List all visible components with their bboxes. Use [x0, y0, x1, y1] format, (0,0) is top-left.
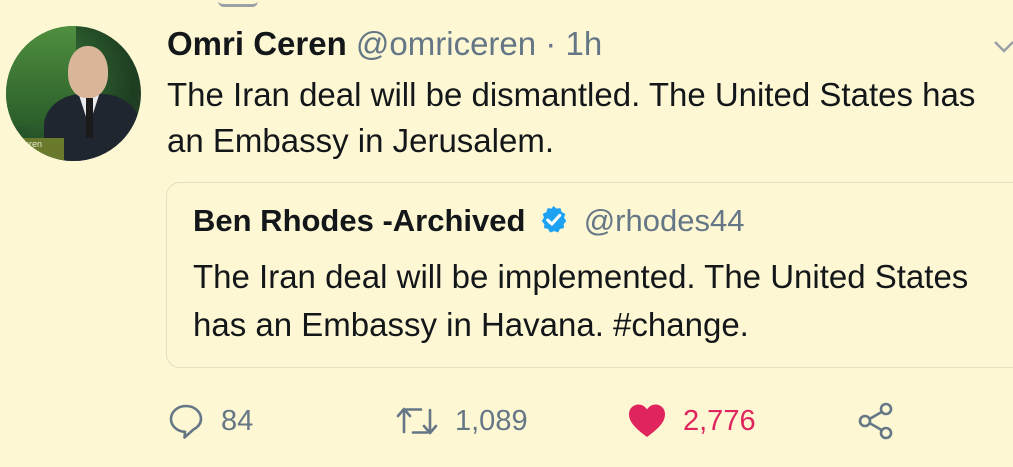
retweet-count: 1,089 — [455, 404, 528, 437]
timestamp[interactable]: 1h — [565, 25, 602, 62]
separator-dot: · — [545, 25, 557, 62]
tweet-actions: 84 1,089 2,776 — [0, 398, 1013, 448]
heart-icon — [627, 402, 667, 440]
verified-badge-icon — [538, 204, 569, 235]
previous-tweet-edge — [0, 0, 1013, 8]
like-count: 2,776 — [683, 404, 756, 437]
share-button[interactable] — [856, 398, 896, 444]
retweet-button[interactable]: 1,089 — [395, 398, 528, 444]
chevron-down-icon[interactable] — [994, 40, 1013, 54]
previous-tweet-fragment — [218, 0, 258, 7]
quoted-author-name: Ben Rhodes -Archived — [193, 203, 526, 238]
quoted-author-handle: @rhodes44 — [583, 203, 745, 238]
reply-button[interactable]: 84 — [167, 398, 253, 444]
avatar-head — [68, 46, 108, 98]
avatar-caption: ri Ceren — [10, 139, 43, 149]
reply-count: 84 — [221, 404, 254, 437]
retweet-icon — [395, 402, 439, 440]
quoted-tweet-text: The Iran deal will be implemented. The U… — [193, 258, 969, 343]
like-button[interactable]: 2,776 — [627, 398, 756, 444]
tweet-header: Omri Ceren @omriceren · 1h — [167, 24, 602, 64]
tweet-text: The Iran deal will be dismantled. The Un… — [167, 76, 976, 159]
author-handle[interactable]: @omriceren — [356, 25, 536, 62]
reply-icon — [167, 402, 205, 440]
avatar-tie — [86, 98, 93, 138]
author-name[interactable]: Omri Ceren — [167, 25, 347, 62]
quoted-tweet-header: Ben Rhodes -Archived @rhodes44 — [193, 201, 744, 241]
avatar[interactable]: ri Ceren — [6, 26, 141, 161]
share-icon — [856, 401, 896, 441]
